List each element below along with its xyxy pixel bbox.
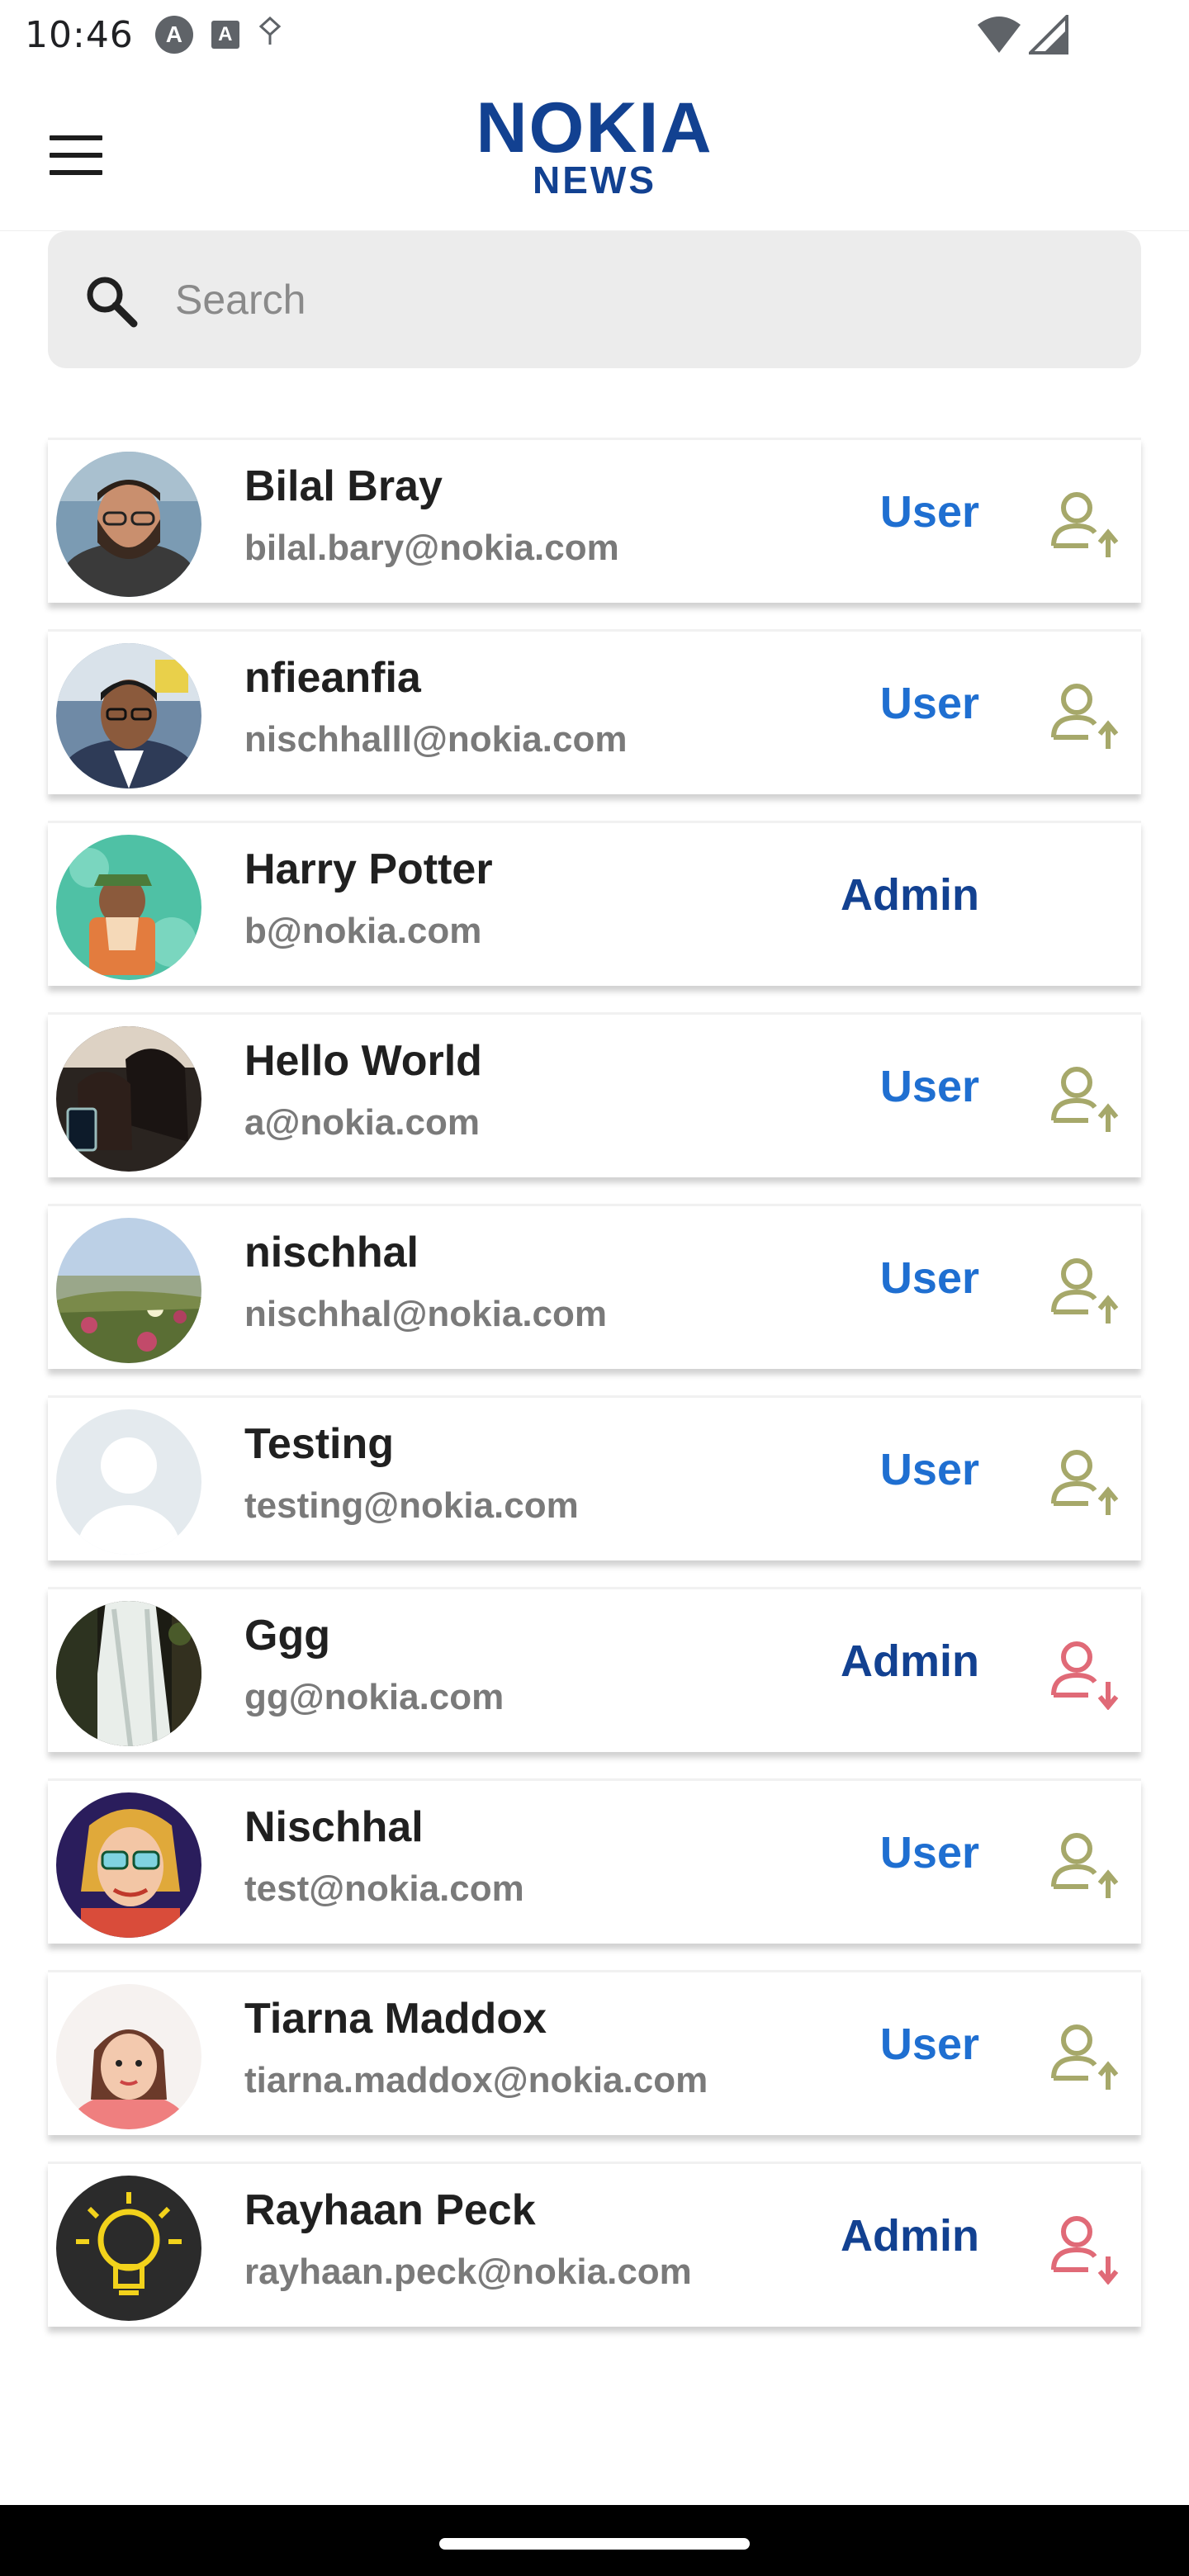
status-time: 10:46 <box>25 13 134 56</box>
nokia-news-logo: NOKIA NEWS <box>446 88 743 199</box>
promote-user-icon[interactable] <box>1047 486 1121 561</box>
avatar <box>56 2176 201 2321</box>
user-card[interactable]: Hello World a@nokia.com User <box>48 1012 1141 1177</box>
promote-user-icon[interactable] <box>1047 1444 1121 1518</box>
user-email: bilal.bary@nokia.com <box>244 528 619 568</box>
debug-notification-icon <box>258 16 282 54</box>
user-email: rayhaan.peck@nokia.com <box>244 2252 692 2292</box>
promote-user-icon[interactable] <box>1047 1061 1121 1135</box>
user-name: Rayhaan Peck <box>244 2186 536 2234</box>
cell-signal-icon <box>1029 15 1068 54</box>
user-name: Harry Potter <box>244 845 493 893</box>
user-card[interactable]: Rayhaan Peck rayhaan.peck@nokia.com Admin <box>48 2162 1141 2327</box>
role-label: User <box>879 1253 979 1303</box>
user-email: testing@nokia.com <box>244 1485 579 1526</box>
user-name: nfieanfia <box>244 654 421 702</box>
system-navigation-bar <box>0 2505 1189 2576</box>
logo-top-text: NOKIA <box>476 88 713 168</box>
user-email: gg@nokia.com <box>244 1677 504 1717</box>
user-email: b@nokia.com <box>244 911 482 951</box>
avatar <box>56 452 201 597</box>
avatar <box>56 1026 201 1172</box>
user-email: tiarna.maddox@nokia.com <box>244 2060 708 2100</box>
promote-user-icon[interactable] <box>1047 678 1121 752</box>
status-bar: 10:46 A A <box>0 0 1189 69</box>
role-label: Admin <box>841 2211 979 2261</box>
avatar <box>56 643 201 788</box>
notification-icons: A A <box>154 16 282 54</box>
system-status-icons <box>976 15 1068 54</box>
user-email: test@nokia.com <box>244 1868 524 1909</box>
user-card[interactable]: Bilal Bray bilal.bary@nokia.com User <box>48 438 1141 603</box>
avatar <box>56 1984 201 2129</box>
user-card[interactable]: Ggg gg@nokia.com Admin <box>48 1587 1141 1752</box>
role-label: User <box>879 679 979 728</box>
promote-user-icon[interactable] <box>1047 1252 1121 1327</box>
search-bar[interactable] <box>48 231 1141 368</box>
wifi-icon <box>978 17 1021 53</box>
user-card[interactable]: Harry Potter b@nokia.com Admin <box>48 821 1141 986</box>
user-name: Hello World <box>244 1037 482 1085</box>
promote-user-icon[interactable] <box>1047 1827 1121 1901</box>
user-email: nischhalll@nokia.com <box>244 719 628 760</box>
home-gesture-handle[interactable] <box>439 2538 750 2550</box>
avatar <box>56 835 201 980</box>
user-name: Testing <box>244 1420 395 1468</box>
role-label: User <box>879 1445 979 1494</box>
avatar <box>56 1409 201 1555</box>
demote-user-icon[interactable] <box>1047 1636 1121 1711</box>
search-icon <box>87 277 138 328</box>
app-header: NOKIA NEWS <box>0 69 1189 231</box>
hamburger-menu-icon[interactable] <box>50 135 102 175</box>
user-card[interactable]: Nischhal test@nokia.com User <box>48 1778 1141 1944</box>
avatar <box>56 1218 201 1363</box>
user-name: Bilal Bray <box>244 462 443 510</box>
promote-user-icon[interactable] <box>1047 2019 1121 2093</box>
user-card[interactable]: Tiarna Maddox tiarna.maddox@nokia.com User <box>48 1970 1141 2135</box>
role-label: User <box>879 1062 979 1111</box>
role-label: Admin <box>841 870 979 920</box>
user-email: nischhal@nokia.com <box>244 1294 608 1334</box>
app-notification-icon: A <box>154 16 193 54</box>
role-label: User <box>879 2020 979 2069</box>
user-name: Tiarna Maddox <box>244 1995 547 2043</box>
role-label: User <box>879 1828 979 1878</box>
search-input[interactable] <box>175 264 1083 335</box>
role-label: User <box>879 487 979 537</box>
user-name: nischhal <box>244 1229 419 1276</box>
user-card[interactable]: nischhal nischhal@nokia.com User <box>48 1204 1141 1369</box>
role-label: Admin <box>841 1636 979 1686</box>
user-name: Nischhal <box>244 1803 424 1851</box>
user-name: Ggg <box>244 1612 330 1660</box>
avatar <box>56 1792 201 1938</box>
user-card[interactable]: Testing testing@nokia.com User <box>48 1395 1141 1560</box>
user-email: a@nokia.com <box>244 1102 480 1143</box>
user-card[interactable]: nfieanfia nischhalll@nokia.com User <box>48 629 1141 794</box>
demote-user-icon[interactable] <box>1047 2210 1121 2285</box>
keyboard-notification-icon: A <box>211 21 239 49</box>
avatar <box>56 1601 201 1746</box>
